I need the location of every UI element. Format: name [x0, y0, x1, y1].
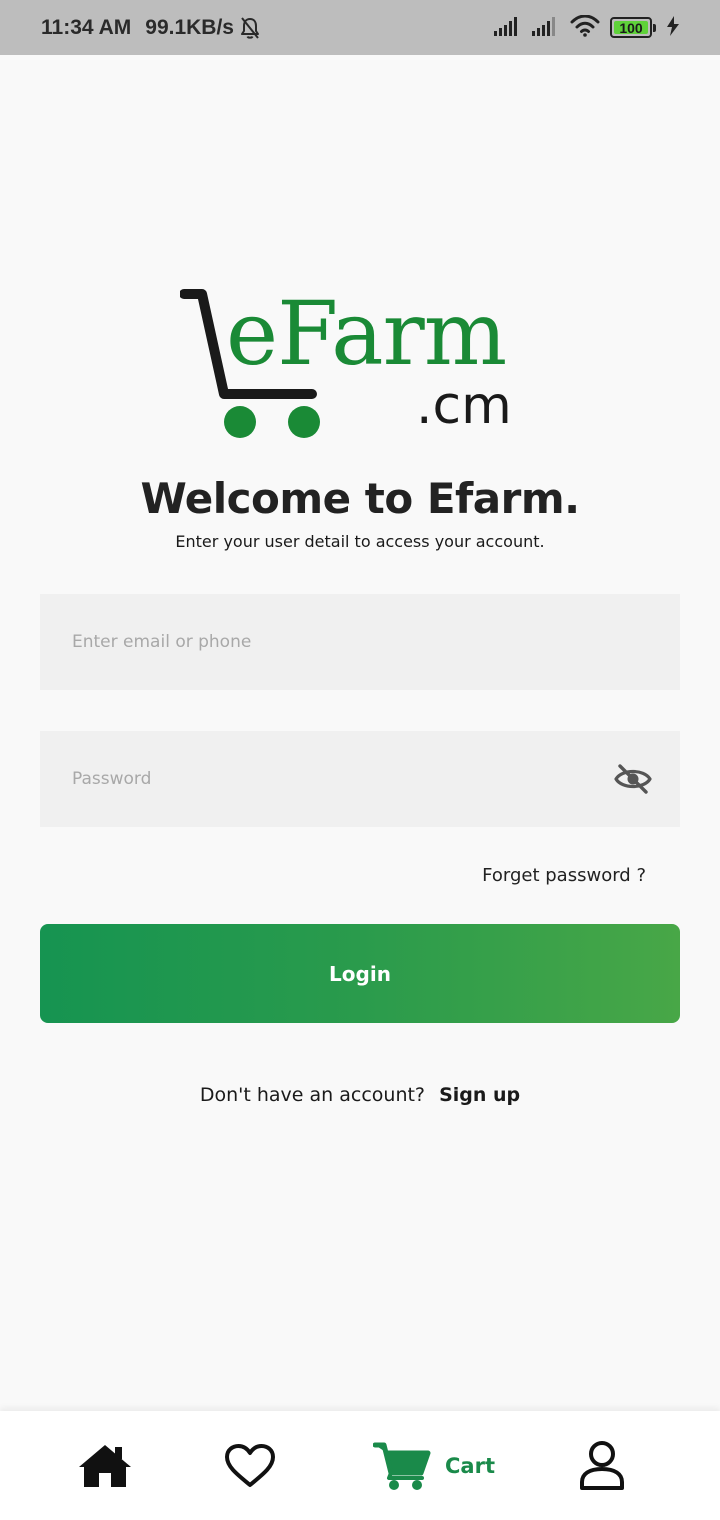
user-icon — [580, 1440, 624, 1490]
efarm-logo: eFarm .cm — [180, 288, 545, 448]
network-speed: 99.1KB/s — [145, 15, 234, 39]
charging-icon — [666, 15, 680, 40]
status-left: 11:34 AM 99.1KB/s — [41, 16, 261, 40]
home-icon — [79, 1444, 131, 1487]
cart-icon — [373, 1442, 431, 1490]
wifi-icon — [570, 14, 600, 41]
bottom-nav: Cart — [0, 1411, 720, 1520]
nav-profile[interactable] — [578, 1411, 626, 1520]
login-button[interactable]: Login — [40, 924, 680, 1023]
status-time: 11:34 AM — [41, 15, 132, 39]
signup-prompt: Don't have an account? — [199, 1084, 426, 1106]
nav-cart[interactable]: Cart — [373, 1411, 495, 1520]
signup-row: Don't have an account? Sign up — [0, 1084, 720, 1106]
nav-cart-label: Cart — [445, 1453, 495, 1478]
logo-wordmark: eFarm — [226, 282, 507, 385]
logo-domain: .cm — [416, 376, 512, 436]
heart-icon — [225, 1443, 275, 1487]
status-right: 100 — [494, 14, 680, 41]
forgot-password-link[interactable]: Forget password ? — [482, 865, 646, 886]
email-input[interactable] — [70, 631, 650, 653]
email-field[interactable] — [40, 594, 680, 690]
battery-level: 100 — [619, 19, 643, 36]
page-title: Welcome to Efarm. — [140, 474, 580, 523]
bell-off-icon — [239, 16, 261, 40]
status-bar: 11:34 AM 99.1KB/s 100 — [0, 0, 720, 55]
password-field[interactable] — [40, 731, 680, 827]
battery-icon: 100 — [610, 17, 656, 38]
password-input[interactable] — [70, 768, 614, 790]
page-subtitle: Enter your user detail to access your ac… — [175, 532, 545, 551]
signup-link[interactable]: Sign up — [439, 1084, 520, 1106]
eye-off-icon[interactable] — [614, 759, 652, 799]
battery-body: 100 — [610, 17, 652, 38]
nav-favorites[interactable] — [224, 1411, 276, 1520]
signal-icon — [532, 16, 560, 40]
nav-home[interactable] — [77, 1411, 133, 1520]
signal-icon — [494, 16, 522, 40]
battery-tip — [653, 23, 656, 32]
